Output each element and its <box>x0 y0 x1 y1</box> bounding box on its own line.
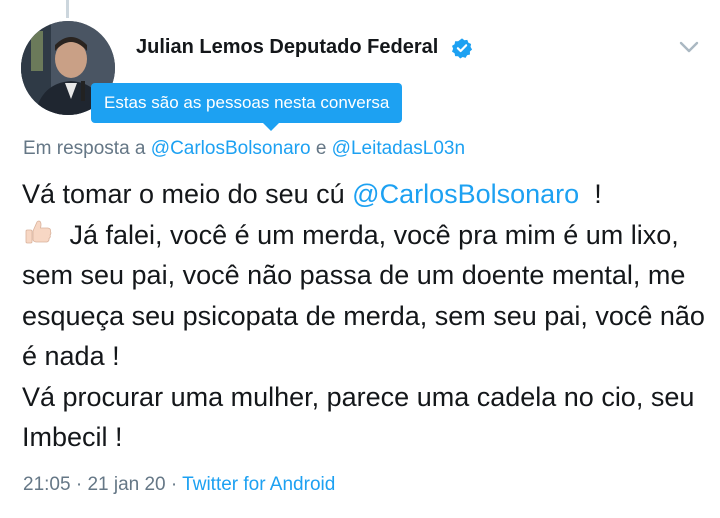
tweet-text-part: Já falei, você é um merda, você pra mim … <box>22 219 705 453</box>
reply-mention-carlos[interactable]: @CarlosBolsonaro <box>151 138 311 159</box>
reply-context: Em resposta a @CarlosBolsonaro e @Leitad… <box>23 138 465 160</box>
tweet-date[interactable]: 21 jan 20 <box>87 474 165 495</box>
meta-separator: · <box>170 474 178 495</box>
tweet-meta: 21:05 · 21 jan 20 · Twitter for Android <box>23 474 335 496</box>
tweet-text: Vá tomar o meio do seu cú @CarlosBolsona… <box>22 174 708 458</box>
tweet-time[interactable]: 21:05 <box>23 474 71 495</box>
verified-badge-icon <box>452 38 473 59</box>
tooltip-arrow <box>262 122 280 131</box>
chevron-down-icon[interactable] <box>678 38 700 56</box>
reply-mention-leitadas[interactable]: @LeitadasL03n <box>332 138 465 159</box>
thumbs-up-emoji-icon <box>25 220 52 243</box>
tweet-mention[interactable]: @CarlosBolsonaro <box>352 179 579 209</box>
conversation-tooltip: Estas são as pessoas nesta conversa <box>91 83 403 123</box>
meta-separator: · <box>75 474 83 495</box>
reply-connector: e <box>315 138 327 159</box>
tweet-text-part: Vá tomar o meio do seu cú <box>22 179 353 209</box>
reply-prefix: Em resposta a <box>23 138 146 159</box>
tweet-text-part: ! <box>579 179 602 209</box>
tweet-source-link[interactable]: Twitter for Android <box>182 474 335 495</box>
thread-connector-line <box>66 0 69 18</box>
author-name[interactable]: Julian Lemos Deputado Federal <box>136 36 438 59</box>
